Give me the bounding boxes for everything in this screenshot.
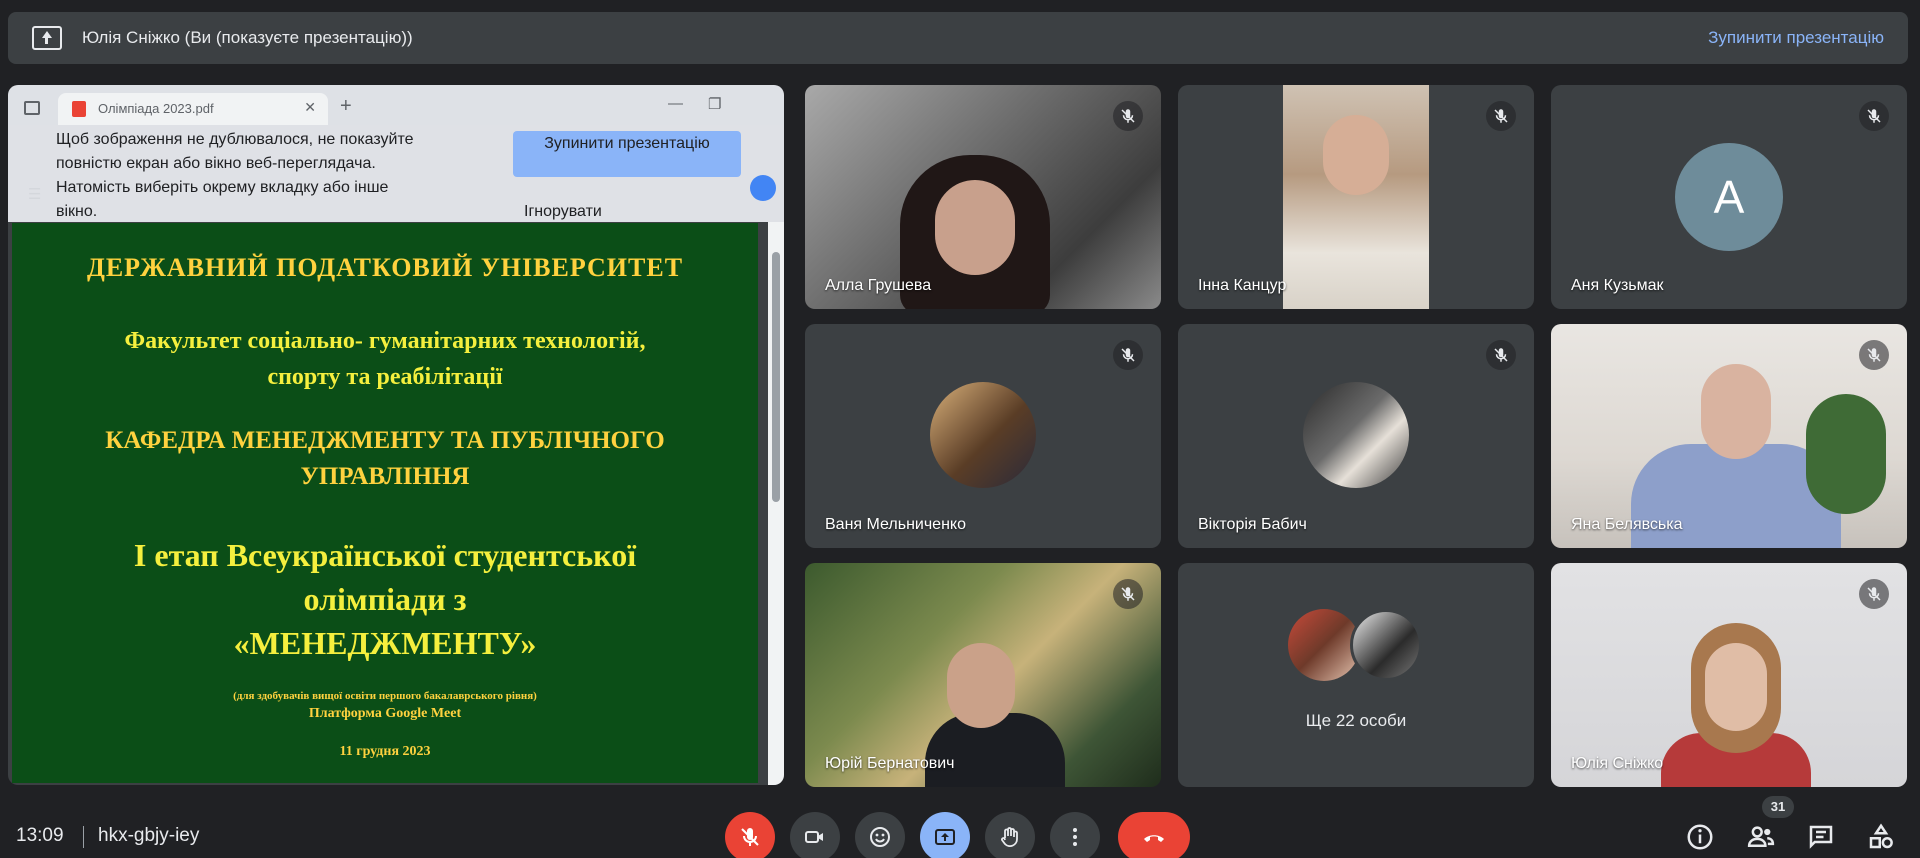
people-icon	[1747, 826, 1775, 847]
browser-tab: Олімпіада 2023.pdf ✕	[58, 93, 328, 125]
slide-department-line-1: КАФЕДРА МЕНЕДЖМЕНТУ ТА ПУБЛІЧНОГО	[105, 427, 665, 454]
participant-name: Вікторія Бабич	[1198, 516, 1307, 533]
slide-audience: (для здобувачів вищої освіти першого бак…	[233, 690, 537, 702]
slide-platform: Платформа Google Meet	[308, 706, 462, 721]
participant-face	[935, 180, 1015, 275]
participant-tile[interactable]: Юрій Бернатович	[805, 563, 1161, 787]
slide-heading-line-1: І етап Всеукраїнської студентської	[133, 537, 637, 573]
activities-button[interactable]	[1866, 822, 1896, 852]
presentation-area: Олімпіада 2023.pdf ✕ + — ❐ ☰ Щоб зображе…	[8, 85, 784, 785]
microphone-toggle-button[interactable]	[725, 812, 775, 858]
slide-heading-line-3: «МЕНЕДЖМЕНТУ»	[233, 625, 537, 661]
mic-off-icon	[1859, 101, 1889, 131]
tab-close-icon: ✕	[304, 99, 316, 115]
mic-off-icon	[1859, 340, 1889, 370]
reactions-button[interactable]	[855, 812, 905, 858]
slide-department-line-2: УПРАВЛІННЯ	[300, 463, 470, 490]
present-screen-icon	[32, 26, 62, 50]
participant-tile[interactable]: Ваня Мельниченко	[805, 324, 1161, 548]
participant-name: Інна Канцур	[1198, 277, 1287, 294]
participant-name: Ваня Мельниченко	[825, 516, 966, 533]
chat-button[interactable]	[1806, 822, 1836, 852]
participant-face	[1323, 115, 1389, 195]
more-participants-label: Ще 22 особи	[1305, 711, 1407, 730]
pdf-scrollbar[interactable]	[768, 222, 784, 785]
emoji-icon	[870, 827, 890, 847]
camera-toggle-button[interactable]	[790, 812, 840, 858]
mic-off-icon	[1113, 101, 1143, 131]
new-tab-icon: +	[340, 95, 352, 117]
hand-icon	[1001, 827, 1018, 847]
avatar	[1303, 382, 1409, 488]
more-options-button[interactable]	[1050, 812, 1100, 858]
participant-tile[interactable]: Алла Грушева	[805, 85, 1161, 309]
slide-university: ДЕРЖАВНИЙ ПОДАТКОВИЙ УНІВЕРСИТЕТ	[86, 253, 684, 282]
more-participants-tile[interactable]: Ще 22 особи	[1178, 563, 1534, 787]
tab-search-icon	[24, 101, 40, 115]
participant-name: Яна Белявська	[1571, 516, 1683, 533]
info-icon	[1687, 824, 1713, 850]
share-warning-message: Щоб зображення не дублювалося, не показу…	[56, 131, 414, 220]
mic-off-icon	[1113, 579, 1143, 609]
avatar	[930, 382, 1036, 488]
mic-off-icon	[1113, 340, 1143, 370]
stop-presenting-link[interactable]: Зупинити презентацію	[1708, 28, 1884, 48]
ignore-warning-button[interactable]: Ігнорувати	[524, 203, 602, 221]
minimize-icon: —	[668, 95, 683, 112]
slide-faculty: Факультет соціально- гуманітарних технол…	[12, 323, 758, 395]
participant-face	[1705, 643, 1767, 731]
camera-icon	[805, 831, 823, 843]
mic-off-icon	[741, 828, 759, 846]
raise-hand-button[interactable]	[985, 812, 1035, 858]
meeting-code: hkx-gbjy-iey	[98, 825, 200, 846]
participant-tile[interactable]: Юлія Сніжко	[1551, 563, 1907, 787]
more-vertical-icon	[1073, 828, 1077, 846]
presenting-bar: Юлія Сніжко (Ви (показуєте презентацію))…	[8, 12, 1908, 64]
meeting-details-button[interactable]	[1685, 822, 1715, 852]
participant-tile[interactable]: Вікторія Бабич	[1178, 324, 1534, 548]
participant-tile[interactable]: А Аня Кузьмак	[1551, 85, 1907, 309]
participant-name: Юлія Сніжко	[1571, 755, 1664, 772]
browser-profile-icon	[750, 175, 776, 201]
hang-up-icon	[1144, 835, 1164, 842]
participants-count-badge: 31	[1762, 796, 1794, 818]
scrollbar-thumb[interactable]	[772, 252, 780, 502]
participant-tile[interactable]: Інна Канцур	[1178, 85, 1534, 309]
slide-heading-line-2: олімпіади з	[303, 581, 467, 617]
share-warning-banner: Щоб зображення не дублювалося, не показу…	[8, 125, 784, 222]
participant-name: Аня Кузьмак	[1571, 277, 1664, 294]
participant-name: Юрій Бернатович	[825, 755, 955, 772]
mic-off-icon	[1486, 340, 1516, 370]
browser-tab-title: Олімпіада 2023.pdf	[98, 101, 214, 116]
slide-date: 11 грудня 2023	[339, 744, 431, 759]
present-screen-icon	[935, 829, 955, 845]
slide-faculty-line-2: спорту та реабілітації	[267, 364, 503, 390]
chat-icon	[1809, 825, 1833, 849]
participant-face	[947, 643, 1015, 728]
more-participants-avatars	[1288, 609, 1428, 685]
pdf-icon	[72, 101, 86, 117]
presenting-title: Юлія Сніжко (Ви (показуєте презентацію))	[82, 28, 413, 47]
mic-off-icon	[1486, 101, 1516, 131]
avatar: А	[1675, 143, 1783, 251]
people-button[interactable]	[1746, 822, 1776, 852]
present-now-button[interactable]	[920, 812, 970, 858]
activities-icon	[1869, 823, 1893, 849]
avatar	[1350, 609, 1422, 681]
plant-decoration	[1806, 394, 1886, 514]
stop-presentation-button[interactable]: Зупинити презентацію	[513, 131, 741, 177]
slide-heading: І етап Всеукраїнської студентської олімп…	[12, 533, 758, 665]
maximize-icon: ❐	[708, 96, 722, 113]
participant-name: Алла Грушева	[825, 277, 932, 294]
mic-off-icon	[1859, 579, 1889, 609]
clock-time: 13:09	[16, 825, 64, 846]
participant-tile[interactable]: Яна Белявська	[1551, 324, 1907, 548]
leave-call-button[interactable]	[1118, 812, 1190, 858]
divider	[83, 826, 84, 848]
participant-face	[1701, 364, 1771, 459]
slide-faculty-line-1: Факультет соціально- гуманітарних технол…	[124, 328, 646, 354]
slide-department: КАФЕДРА МЕНЕДЖМЕНТУ ТА ПУБЛІЧНОГО УПРАВЛ…	[12, 423, 758, 495]
presentation-slide: ДЕРЖАВНИЙ ПОДАТКОВИЙ УНІВЕРСИТЕТ Факульт…	[12, 223, 758, 783]
